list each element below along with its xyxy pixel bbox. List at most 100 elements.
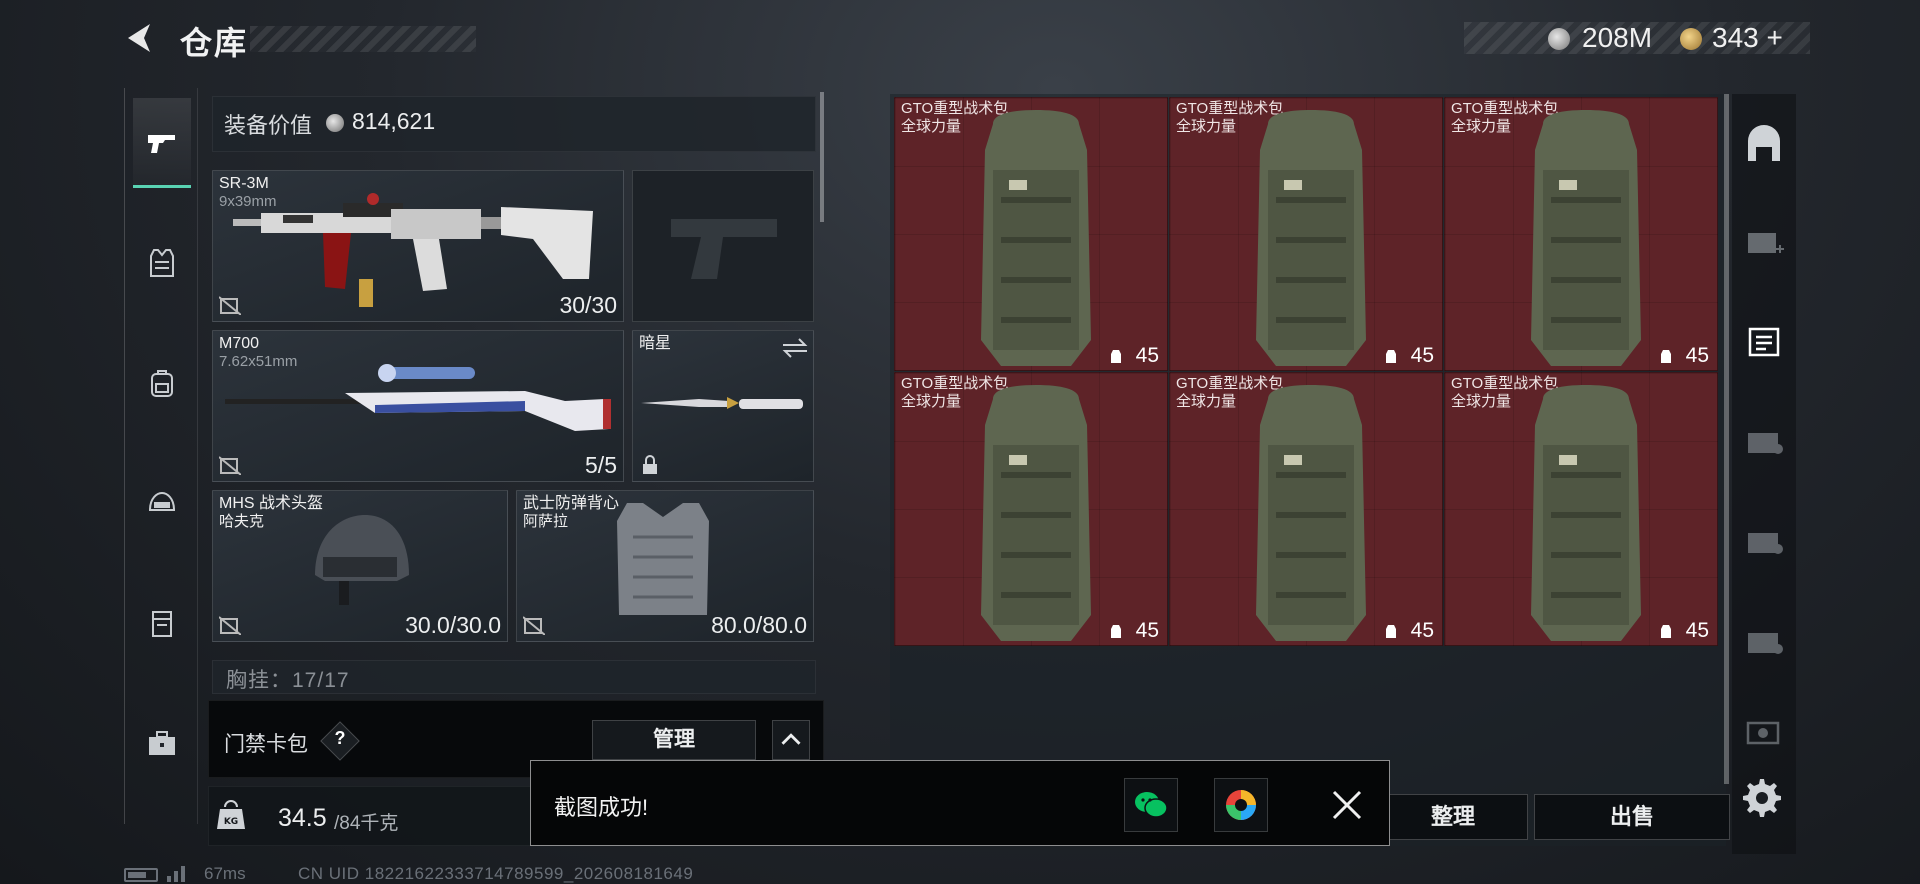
pouch-icon <box>152 611 172 637</box>
nav-firearms[interactable] <box>133 98 191 188</box>
nav-pouch[interactable] <box>133 578 191 668</box>
firearm-icon <box>148 134 175 153</box>
help-question-mark: ? <box>334 728 346 748</box>
item-brand: 全球力量 <box>1176 393 1237 410</box>
share-album-button[interactable] <box>1214 778 1268 832</box>
equipment-value: 814,621 <box>352 108 436 134</box>
item-brand: 全球力量 <box>901 393 962 410</box>
gto-backpack-image <box>1256 110 1366 366</box>
stash-tab-iv-active-icon <box>1748 327 1780 357</box>
stash-item[interactable]: GTO重型战术包 全球力量 45 <box>894 97 1168 371</box>
capacity-icon <box>1386 625 1396 638</box>
gto-backpack-image <box>1531 110 1641 366</box>
stash-scrollbar[interactable] <box>1724 94 1729 784</box>
sort-button[interactable]: 整理 <box>1378 794 1528 840</box>
armor-slot[interactable]: 武士防弹背心 阿萨拉 80.0/80.0 <box>516 490 814 642</box>
secondary-weapon-slot-empty[interactable] <box>632 170 814 322</box>
stash-tab-7[interactable] <box>1736 686 1792 776</box>
currency-primary-value: 208M <box>1582 22 1653 53</box>
armor-durability: 80.0/80.0 <box>711 612 807 638</box>
gto-backpack-image <box>981 110 1091 366</box>
back-arrow-icon[interactable] <box>120 18 160 58</box>
capacity-icon <box>1386 350 1396 363</box>
sell-button[interactable]: 出售 <box>1534 794 1730 840</box>
armor-name: 武士防弹背心 <box>523 495 620 512</box>
title-decoration <box>250 26 476 52</box>
samurai-vest-image <box>617 503 709 615</box>
nav-helmet[interactable] <box>133 458 191 548</box>
capacity-icon <box>1111 350 1121 363</box>
gto-backpack-image <box>1531 385 1641 641</box>
stash-tab-5[interactable] <box>1736 496 1792 586</box>
helmet-durability: 30.0/30.0 <box>405 612 501 638</box>
stash-item[interactable]: GTO重型战术包 全球力量 45 <box>1444 372 1718 646</box>
stash-tab-main[interactable] <box>1736 100 1792 190</box>
pistol-placeholder-icon <box>671 219 777 279</box>
stash-tab-iv-icon <box>1748 433 1783 454</box>
stash-tab-v-icon <box>1746 721 1780 745</box>
currency-secondary-value[interactable]: 343 + <box>1712 22 1783 54</box>
close-icon[interactable] <box>1328 786 1366 824</box>
stash-item[interactable]: GTO重型战术包 全球力量 45 <box>1444 97 1718 371</box>
no-insure-icon <box>523 616 545 635</box>
weapon-ammo: 5/5 <box>585 452 617 478</box>
gto-backpack-image <box>981 385 1091 641</box>
melee-weapon-slot[interactable]: 暗星 <box>632 330 814 482</box>
no-insure-icon <box>219 616 241 635</box>
helmet-slot[interactable]: MHS 战术头盔 哈夫克 30.0/30.0 <box>212 490 508 642</box>
item-brand: 全球力量 <box>1451 118 1512 135</box>
item-brand: 全球力量 <box>901 118 962 135</box>
keycard-wallet-label: 门禁卡包 <box>224 733 308 756</box>
weight-kg-icon: KG <box>217 800 245 829</box>
stash-main-icon <box>1748 125 1780 161</box>
item-capacity: 45 <box>1135 344 1159 367</box>
ping-value: 67ms <box>204 864 246 883</box>
dark-star-knife-image <box>641 397 803 409</box>
nav-armor[interactable] <box>133 218 191 308</box>
stash-tab-4[interactable] <box>1736 396 1792 486</box>
rifle-weapon-slot[interactable]: M700 7.62x51mm 5/5 <box>212 330 624 482</box>
weapon-name: M700 <box>219 335 260 352</box>
primary-weapon-slot[interactable]: SR-3M 9x39mm 30/30 <box>212 170 624 322</box>
equipment-value-label: 装备价值 <box>224 113 313 138</box>
hafu-coin-icon <box>326 114 344 132</box>
no-insure-icon <box>219 456 241 475</box>
share-wechat-button[interactable] <box>1124 778 1178 832</box>
stash-tab-expand[interactable] <box>1736 196 1792 286</box>
swap-arrows-icon[interactable] <box>781 337 809 359</box>
signal-icon <box>167 866 185 882</box>
chevron-up-icon[interactable] <box>772 720 810 760</box>
svg-text:KG: KG <box>224 817 238 827</box>
hafu-coin-icon <box>1548 28 1570 50</box>
category-nav <box>124 88 198 824</box>
melee-name: 暗星 <box>639 335 672 352</box>
stash-item[interactable]: GTO重型战术包 全球力量 45 <box>894 372 1168 646</box>
stash-tab-iv-icon <box>1748 633 1783 654</box>
stash-item[interactable]: GTO重型战术包 全球力量 45 <box>1169 372 1443 646</box>
armor-vest-icon <box>150 249 174 277</box>
backpack-icon <box>151 370 173 397</box>
nav-case[interactable] <box>133 698 191 788</box>
chest-rig-label: 胸挂：17/17 <box>226 669 350 692</box>
nav-backpack[interactable] <box>133 338 191 428</box>
battery-icon <box>124 868 158 882</box>
stash-tab-6[interactable] <box>1736 596 1792 686</box>
capacity-icon <box>1661 350 1671 363</box>
briefcase-icon <box>149 731 175 755</box>
item-brand: 全球力量 <box>1451 393 1512 410</box>
helmet-brand: 哈夫克 <box>219 513 265 530</box>
sr-3m-rifle-image <box>233 193 593 307</box>
item-brand: 全球力量 <box>1176 118 1237 135</box>
add-currency-button[interactable]: + <box>1767 22 1783 53</box>
loadout-scrollbar[interactable] <box>820 92 824 222</box>
armor-brand: 阿萨拉 <box>523 513 569 530</box>
capacity-icon <box>1111 625 1121 638</box>
item-capacity: 45 <box>1685 619 1709 642</box>
weight-current: 34.5 <box>278 804 327 832</box>
stash-tab-3[interactable] <box>1736 296 1792 386</box>
gto-backpack-image <box>1256 385 1366 641</box>
stash-item[interactable]: GTO重型战术包 全球力量 45 <box>1169 97 1443 371</box>
helmet-icon <box>148 491 176 511</box>
gear-icon[interactable] <box>1742 778 1782 818</box>
manage-button[interactable]: 管理 <box>592 720 756 760</box>
